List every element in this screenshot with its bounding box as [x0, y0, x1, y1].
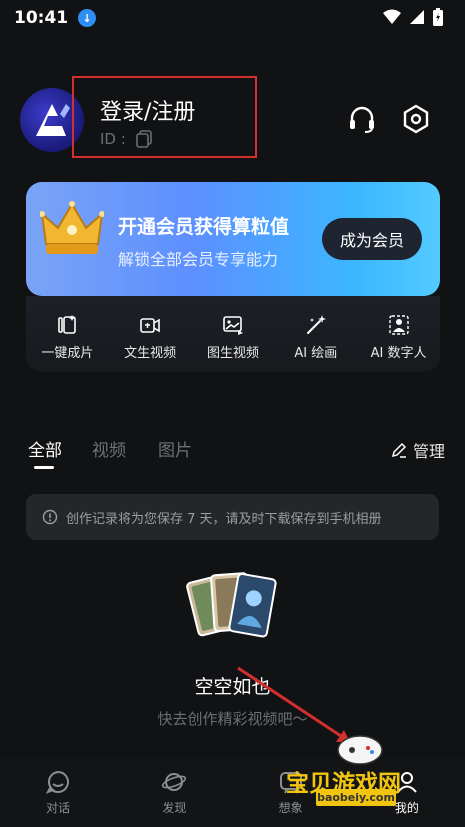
image-video-icon: [223, 316, 243, 335]
tool-label: 一键成片: [41, 346, 94, 361]
vip-title: 开通会员获得算粒值: [118, 216, 290, 238]
profile-header: 登录/注册 ID :: [20, 76, 445, 158]
app-logo-icon: [36, 104, 70, 136]
nav-discover[interactable]: 发现: [134, 769, 214, 816]
retention-notice: 创作记录将为您保存 7 天，请及时下载保存到手机相册: [26, 494, 439, 540]
content-tabs: 全部 视频 图片 管理: [28, 432, 445, 472]
magic-brush-icon: [306, 315, 326, 334]
user-id-label: ID :: [100, 130, 126, 148]
manage-label: 管理: [412, 442, 445, 461]
login-register-link[interactable]: 登录/注册: [100, 94, 195, 126]
notice-text: 创作记录将为您保存 7 天，请及时下载保存到手机相册: [66, 511, 382, 527]
tab-all[interactable]: 全部: [28, 436, 62, 461]
status-bar: 10:41 ↓: [0, 0, 465, 36]
tool-label: 文生视频: [124, 346, 177, 361]
tab-video[interactable]: 视频: [92, 436, 126, 461]
tool-one-click-clip[interactable]: 一键成片: [28, 314, 106, 361]
tool-ai-painting[interactable]: AI 绘画: [277, 314, 355, 361]
chat-icon: [46, 770, 70, 794]
nav-label: 想象: [278, 800, 303, 815]
digital-human-icon: [388, 315, 409, 335]
status-time: 10:41: [14, 8, 69, 28]
text-video-icon: [140, 318, 160, 333]
tool-label: AI 数字人: [370, 346, 427, 361]
tool-ai-digital-human[interactable]: AI 数字人: [360, 314, 438, 361]
watermark-url: baobeiy.com: [316, 789, 396, 806]
become-member-button[interactable]: 成为会员: [322, 218, 422, 260]
download-icon: ↓: [78, 9, 97, 27]
crown-icon: [40, 201, 104, 254]
status-icons: [383, 8, 443, 26]
battery-icon: [433, 8, 443, 26]
empty-state-title: 空空如也: [194, 676, 271, 698]
settings-icon[interactable]: [401, 104, 431, 134]
signal-icon: [410, 10, 424, 24]
planet-icon: [162, 772, 187, 791]
wifi-icon: [383, 9, 401, 24]
vip-banner[interactable]: 开通会员获得算粒值 解锁全部会员专享能力 成为会员: [26, 182, 440, 296]
empty-state-subtitle: 快去创作精彩视频吧～: [157, 710, 308, 728]
user-id-row: ID :: [100, 130, 152, 148]
nav-label: 对话: [46, 800, 71, 815]
tab-image[interactable]: 图片: [158, 436, 192, 461]
headset-icon[interactable]: [347, 104, 377, 134]
nav-label: 我的: [394, 800, 419, 815]
nav-label: 发现: [162, 800, 187, 815]
nav-chat[interactable]: 对话: [18, 769, 98, 816]
info-icon: [42, 509, 58, 525]
tool-text-to-video[interactable]: 文生视频: [111, 314, 189, 361]
tool-label: AI 绘画: [294, 346, 338, 361]
tool-image-to-video[interactable]: 图生视频: [194, 314, 272, 361]
tools-row: 一键成片 文生视频 图生视频 AI 绘画 AI 数字人: [26, 296, 440, 372]
vip-subtitle: 解锁全部会员专享能力: [118, 250, 279, 269]
tool-label: 图生视频: [206, 346, 259, 361]
empty-photos-illustration: [186, 572, 277, 638]
edit-icon: [391, 442, 407, 458]
active-tab-indicator: [34, 466, 54, 469]
clip-icon: [58, 315, 77, 334]
copy-icon[interactable]: [135, 130, 152, 148]
manage-button[interactable]: 管理: [391, 438, 445, 462]
